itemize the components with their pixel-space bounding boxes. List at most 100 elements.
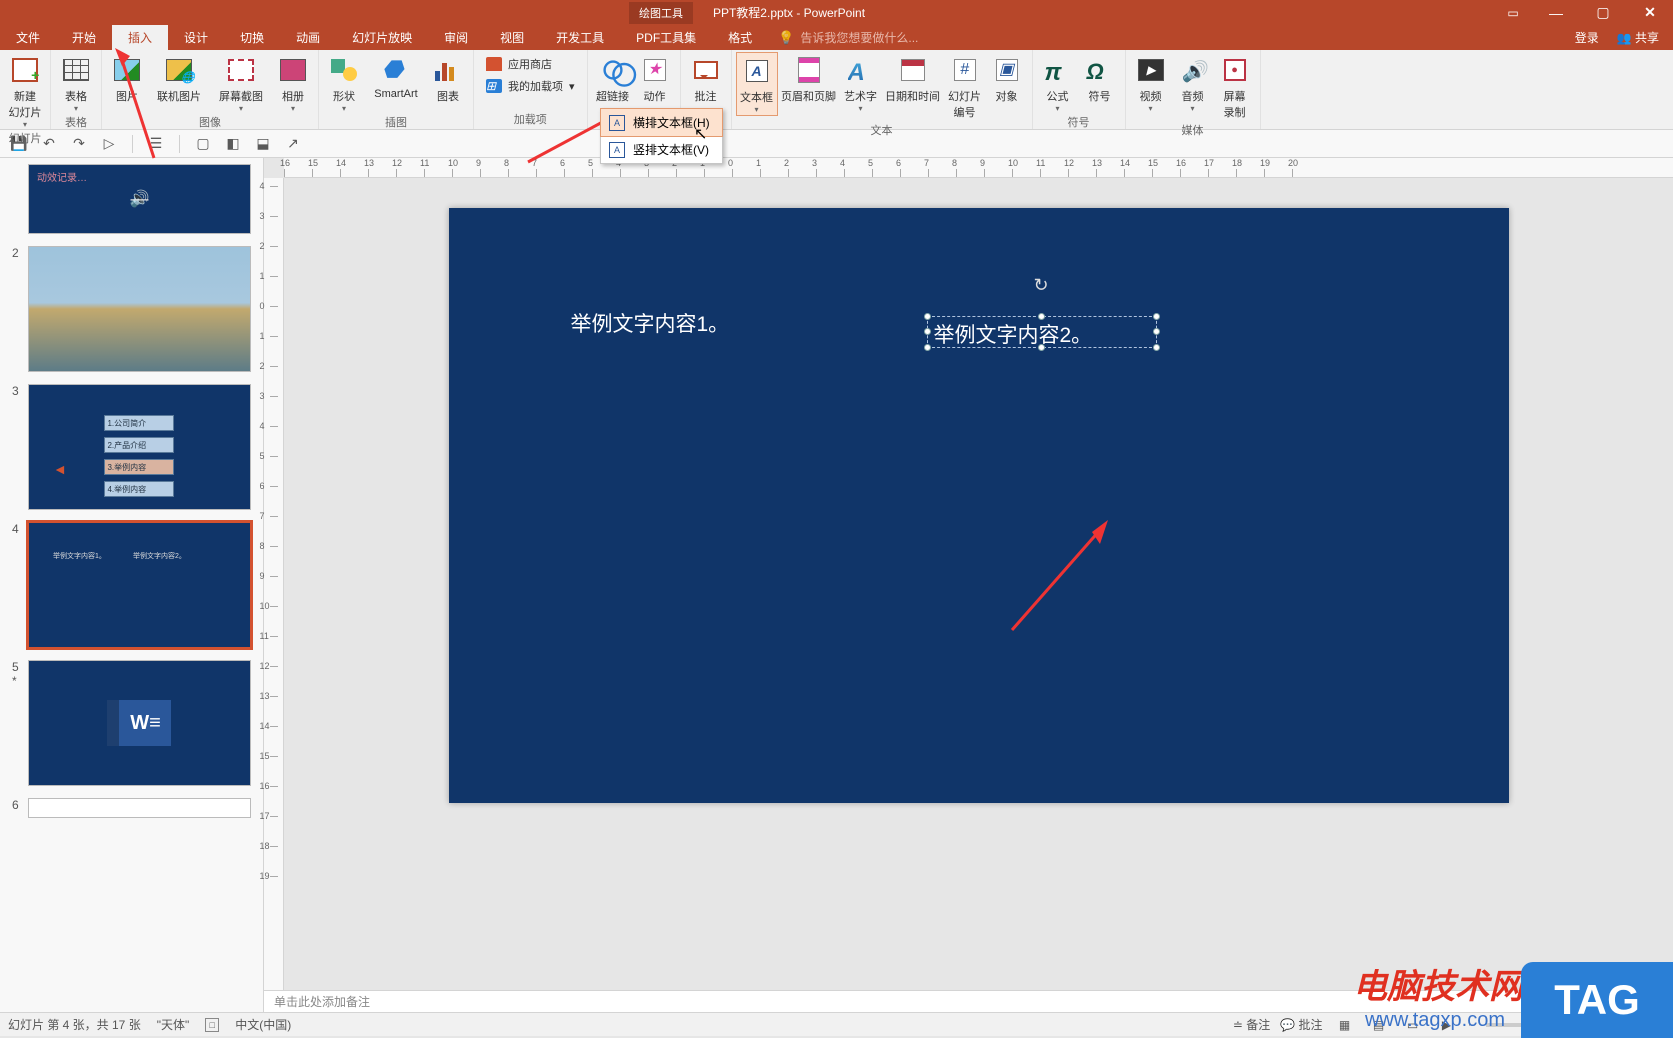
resize-handle[interactable] [1038,313,1045,320]
redo-button[interactable]: ↷ [68,133,90,155]
ribbon: 新建 幻灯片▾ 幻灯片 表格▾ 表格 图片 联机图片 屏幕截图▾ 相册▾ 图像 … [0,50,1673,130]
action-button[interactable]: 动作 [634,52,676,106]
datetime-button[interactable]: 日期和时间 [882,52,944,106]
resize-handle[interactable] [1038,344,1045,351]
screenshot-button[interactable]: 屏幕截图▾ [210,52,272,114]
hyperlink-button[interactable]: 超链接 [592,52,634,106]
textbox-1[interactable]: 举例文字内容1。 [571,308,730,338]
qat-extra-1[interactable]: ▢ [192,133,214,155]
zoom-out-button[interactable]: − [1469,1018,1476,1032]
slideshow-view-button[interactable]: ▶ [1435,1016,1459,1034]
tab-slideshow[interactable]: 幻灯片放映 [336,25,428,50]
comment-button[interactable]: 批注 [685,52,727,106]
maximize-button[interactable]: ▢ [1580,0,1626,25]
record-icon [1224,59,1246,81]
slide-canvas-area[interactable]: 举例文字内容1。 举例文字内容2。 [284,178,1673,990]
tab-file[interactable]: 文件 [0,25,56,50]
shapes-icon [331,59,357,81]
table-icon [63,59,89,81]
slide-number-button[interactable]: 幻灯片 编号 [944,52,986,122]
group-label-media: 媒体 [1182,122,1204,140]
tab-pdftools[interactable]: PDF工具集 [620,25,712,50]
spellcheck-icon[interactable]: □ [205,1018,219,1032]
chart-button[interactable]: 图表 [427,52,469,106]
group-label-text: 文本 [871,122,893,140]
equation-button[interactable]: 公式▾ [1037,52,1079,114]
notes-pane[interactable]: 单击此处添加备注 [264,990,1673,1012]
ribbon-display-options-icon[interactable]: ▭ [1494,0,1532,25]
resize-handle[interactable] [1153,328,1160,335]
resize-handle[interactable] [924,313,931,320]
tab-transitions[interactable]: 切换 [224,25,280,50]
screen-recording-button[interactable]: 屏幕 录制 [1214,52,1256,122]
start-from-beginning-button[interactable]: ▷ [98,133,120,155]
share-button[interactable]: 👥 共享 [1617,29,1659,46]
comments-toggle[interactable]: 💬 批注 [1280,1016,1322,1033]
tab-review[interactable]: 审阅 [428,25,484,50]
tell-me-placeholder: 告诉我您想要做什么... [800,29,918,46]
vertical-textbox-icon: A [609,142,625,158]
reading-view-button[interactable]: ▭ [1401,1016,1425,1034]
sorter-view-button[interactable]: ▤ [1367,1016,1391,1034]
header-footer-button[interactable]: 页眉和页脚 [778,52,840,106]
slide-thumbnail-6[interactable] [28,798,251,818]
qat-extra-3[interactable]: ⬓ [252,133,274,155]
close-button[interactable]: ✕ [1627,0,1673,25]
wordart-button[interactable]: 艺术字▾ [840,52,882,114]
slide-canvas[interactable]: 举例文字内容1。 举例文字内容2。 [449,208,1509,803]
horizontal-ruler[interactable]: 1615141312111098765432101234567891011121… [284,158,1673,178]
language-indicator[interactable]: 中文(中国) [235,1016,291,1033]
group-label-addins: 加载项 [514,111,547,129]
touch-mode-button[interactable]: ☰ [145,133,167,155]
zoom-slider[interactable] [1486,1023,1596,1027]
store-button[interactable]: 应用商店 [486,56,575,72]
slide-thumbnail-1[interactable]: 动效记录… 🔊 [28,164,251,234]
audio-button[interactable]: 音频▾ [1172,52,1214,114]
slide-thumbnail-5[interactable]: W≡ [28,660,251,786]
online-picture-button[interactable]: 联机图片 [148,52,210,106]
tab-view[interactable]: 视图 [484,25,540,50]
fit-to-window-button[interactable]: ⛶ [1657,1017,1665,1032]
my-addins-button[interactable]: 我的加载项 ▾ [486,78,575,94]
slide-thumbnail-2[interactable] [28,246,251,372]
resize-handle[interactable] [924,344,931,351]
table-button[interactable]: 表格▾ [55,52,97,114]
resize-handle[interactable] [1153,313,1160,320]
audio-icon [1182,59,1204,81]
qat-extra-2[interactable]: ◧ [222,133,244,155]
tab-format[interactable]: 格式 [712,25,768,50]
symbol-button[interactable]: 符号 [1079,52,1121,106]
zoom-percent[interactable]: 41% [1623,1018,1647,1032]
ribbon-tab-row: 文件 开始 插入 设计 切换 动画 幻灯片放映 审阅 视图 开发工具 PDF工具… [0,25,1673,50]
pi-icon [1045,59,1071,81]
photo-album-button[interactable]: 相册▾ [272,52,314,114]
normal-view-button[interactable]: ▦ [1333,1016,1357,1034]
tab-insert[interactable]: 插入 [112,25,168,50]
picture-button[interactable]: 图片 [106,52,148,106]
textbox-2-selected[interactable]: 举例文字内容2。 [927,316,1157,348]
resize-handle[interactable] [1153,344,1160,351]
slide-thumbnail-4[interactable]: 举例文字内容1。 举例文字内容2。 [28,522,251,648]
tab-design[interactable]: 设计 [168,25,224,50]
resize-handle[interactable] [924,328,931,335]
tab-animations[interactable]: 动画 [280,25,336,50]
omega-icon [1087,59,1113,81]
signin-link[interactable]: 登录 [1575,29,1599,46]
tab-home[interactable]: 开始 [56,25,112,50]
video-button[interactable]: 视频▾ [1130,52,1172,114]
qat-extra-4[interactable]: ↗ [282,133,304,155]
tab-developer[interactable]: 开发工具 [540,25,620,50]
rotate-handle-icon[interactable] [1034,275,1050,291]
new-slide-button[interactable]: 新建 幻灯片▾ [4,52,46,130]
textbox-button[interactable]: 文本框▾ [736,52,778,116]
slide-thumbnail-3[interactable]: 1.公司简介 2.产品介绍 3.举例内容 4.举例内容 ◄ [28,384,251,510]
shapes-button[interactable]: 形状▾ [323,52,365,114]
minimize-button[interactable]: — [1533,0,1579,25]
zoom-in-button[interactable]: + [1606,1018,1613,1032]
slide-thumbnail-panel[interactable]: 动效记录… 🔊 2 3 1.公司简介 2.产品介绍 3.举例内容 4.举例内容 … [0,158,264,1012]
object-button[interactable]: 对象 [986,52,1028,106]
notes-toggle[interactable]: ≐ 备注 [1233,1016,1270,1033]
tell-me-search[interactable]: 💡 告诉我您想要做什么... [768,25,1575,50]
smartart-button[interactable]: SmartArt [365,52,427,102]
vertical-ruler[interactable]: 4321012345678910111213141516171819 [264,178,284,990]
